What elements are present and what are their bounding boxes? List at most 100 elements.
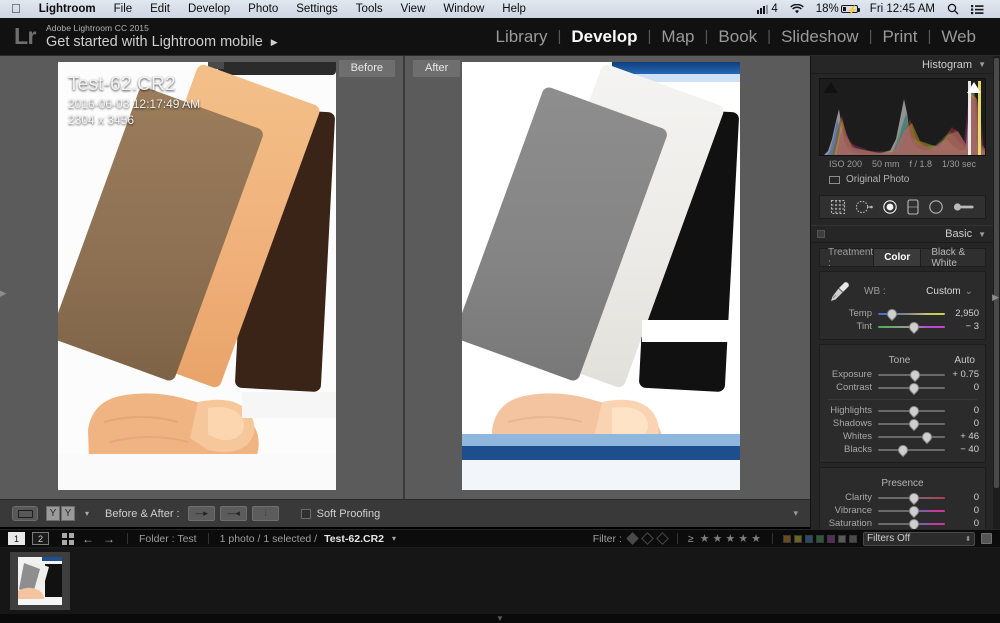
slider-blacks-value[interactable]: − 40: [945, 444, 979, 455]
identity-plate[interactable]: Adobe Lightroom CC 2015 Get started with…: [44, 23, 278, 51]
chevron-down-icon[interactable]: ▼: [978, 60, 986, 69]
menu-item-tools[interactable]: Tools: [347, 3, 392, 15]
slider-exposure-track[interactable]: [878, 370, 945, 379]
basic-panel-header[interactable]: Basic ▼: [811, 225, 994, 243]
grid-view-icon[interactable]: [62, 533, 74, 545]
slider-clarity-knob[interactable]: [907, 491, 921, 505]
slider-clarity-track[interactable]: [878, 493, 945, 502]
slider-saturation-value[interactable]: 0: [945, 518, 979, 529]
slider-tint-knob[interactable]: [907, 320, 921, 334]
histogram-graph[interactable]: [819, 78, 986, 156]
menu-bar-clock[interactable]: Fri 12:45 AM: [864, 3, 941, 15]
highlight-clipping-icon[interactable]: [967, 82, 981, 93]
color-label-purple[interactable]: [827, 535, 835, 543]
signal-strength-indicator[interactable]: 4: [751, 3, 783, 15]
filmstrip-thumbnail-cell[interactable]: [10, 552, 70, 610]
color-label-yellow[interactable]: [794, 535, 802, 543]
left-panel-expand-caret[interactable]: ▶: [0, 285, 6, 301]
filters-preset-select[interactable]: Filters Off ⬍: [863, 532, 975, 546]
menu-item-photo[interactable]: Photo: [239, 3, 287, 15]
slider-contrast-knob[interactable]: [907, 381, 921, 395]
slider-tint-track[interactable]: [878, 322, 945, 331]
slider-exposure-knob[interactable]: [908, 368, 922, 382]
menu-item-edit[interactable]: Edit: [141, 3, 179, 15]
star-4[interactable]: ★: [738, 532, 749, 545]
star-5[interactable]: ★: [751, 532, 762, 545]
filmstrip-collapse-caret[interactable]: ▼: [0, 614, 1000, 623]
slider-shadows-value[interactable]: 0: [945, 418, 979, 429]
slider-highlights-value[interactable]: 0: [945, 405, 979, 416]
before-pane[interactable]: Before: [0, 56, 403, 499]
module-map[interactable]: Map: [651, 27, 704, 47]
slider-highlights-knob[interactable]: [907, 404, 921, 418]
star-2[interactable]: ★: [713, 532, 724, 545]
flag-rejected-icon[interactable]: [641, 532, 654, 545]
slider-vibrance-track[interactable]: [878, 506, 945, 515]
slider-clarity-value[interactable]: 0: [945, 492, 979, 503]
module-web[interactable]: Web: [931, 27, 986, 47]
screen-2-button[interactable]: 2: [32, 532, 49, 545]
slider-shadows-track[interactable]: [878, 419, 945, 428]
menu-item-develop[interactable]: Develop: [179, 3, 239, 15]
rating-stars[interactable]: ★ ★ ★ ★ ★: [700, 532, 762, 545]
slider-exposure-value[interactable]: + 0.75: [945, 369, 979, 380]
slider-shadows[interactable]: Shadows 0: [820, 417, 985, 430]
chevron-down-icon[interactable]: ▼: [978, 230, 986, 239]
slider-vibrance-value[interactable]: 0: [945, 505, 979, 516]
current-filename[interactable]: Test-62.CR2: [324, 533, 384, 545]
flag-pick-button[interactable]: Y: [46, 506, 60, 521]
soft-proofing-control[interactable]: Soft Proofing: [287, 508, 381, 520]
color-label-custom[interactable]: [849, 535, 857, 543]
slider-blacks-knob[interactable]: [896, 443, 910, 457]
menu-item-window[interactable]: Window: [434, 3, 493, 15]
slider-saturation-knob[interactable]: [907, 517, 921, 529]
slider-blacks[interactable]: Blacks − 40: [820, 443, 985, 456]
module-develop[interactable]: Develop: [561, 27, 647, 47]
color-label-none[interactable]: [838, 535, 846, 543]
slider-highlights[interactable]: Highlights 0: [820, 404, 985, 417]
star-3[interactable]: ★: [725, 532, 736, 545]
spot-removal-tool-icon[interactable]: [855, 200, 873, 214]
apple-icon[interactable]: : [8, 2, 30, 16]
notification-center-icon[interactable]: [965, 4, 990, 15]
wb-value[interactable]: Custom: [926, 286, 960, 297]
slider-vibrance[interactable]: Vibrance 0: [820, 504, 985, 517]
identity-tagline[interactable]: Get started with Lightroom mobile ▶: [46, 34, 278, 51]
wb-caret-icon[interactable]: ⌄: [965, 286, 973, 297]
panel-switch-icon[interactable]: [817, 230, 825, 238]
before-photo[interactable]: Test-62.CR2 2016-06-03 12:17:49 AM 2304 …: [58, 62, 336, 490]
slider-temp-knob[interactable]: [885, 307, 899, 321]
before-after-left-right-split-icon[interactable]: —◂: [220, 506, 247, 521]
color-label-green[interactable]: [816, 535, 824, 543]
slider-contrast-value[interactable]: 0: [945, 382, 979, 393]
graduated-filter-tool-icon[interactable]: [907, 199, 919, 215]
battery-indicator[interactable]: 18% ⚡: [810, 3, 864, 15]
flag-unflagged-icon[interactable]: [656, 532, 669, 545]
forward-arrow-icon[interactable]: →: [102, 532, 116, 546]
search-icon[interactable]: [941, 3, 965, 15]
slider-shadows-knob[interactable]: [907, 417, 921, 431]
slider-vibrance-knob[interactable]: [907, 504, 921, 518]
flag-pick-icon[interactable]: [626, 532, 639, 545]
menu-item-settings[interactable]: Settings: [287, 3, 347, 15]
white-balance-selector-icon[interactable]: [826, 277, 854, 305]
menu-item-view[interactable]: View: [392, 3, 435, 15]
module-print[interactable]: Print: [872, 27, 927, 47]
menu-item-help[interactable]: Help: [493, 3, 535, 15]
star-1[interactable]: ★: [700, 532, 711, 545]
slider-saturation[interactable]: Saturation 0: [820, 517, 985, 529]
slider-highlights-track[interactable]: [878, 406, 945, 415]
after-photo[interactable]: [462, 62, 740, 490]
module-library[interactable]: Library: [486, 27, 558, 47]
source-folder-label[interactable]: Folder : Test: [139, 533, 197, 545]
slider-tint[interactable]: Tint − 3: [820, 320, 985, 333]
loupe-view-icon[interactable]: [12, 506, 38, 521]
slider-whites-knob[interactable]: [920, 430, 934, 444]
slider-contrast[interactable]: Contrast 0: [820, 381, 985, 394]
flag-reject-button[interactable]: Y: [61, 506, 75, 521]
treatment-option-black-and-white[interactable]: Black & White: [920, 249, 985, 266]
before-after-top-bottom-icon[interactable]: ⦙: [252, 506, 279, 521]
slider-whites[interactable]: Whites + 46: [820, 430, 985, 443]
toolbar-options-caret[interactable]: ▾: [83, 509, 91, 518]
before-after-left-right-icon[interactable]: —▸: [188, 506, 215, 521]
